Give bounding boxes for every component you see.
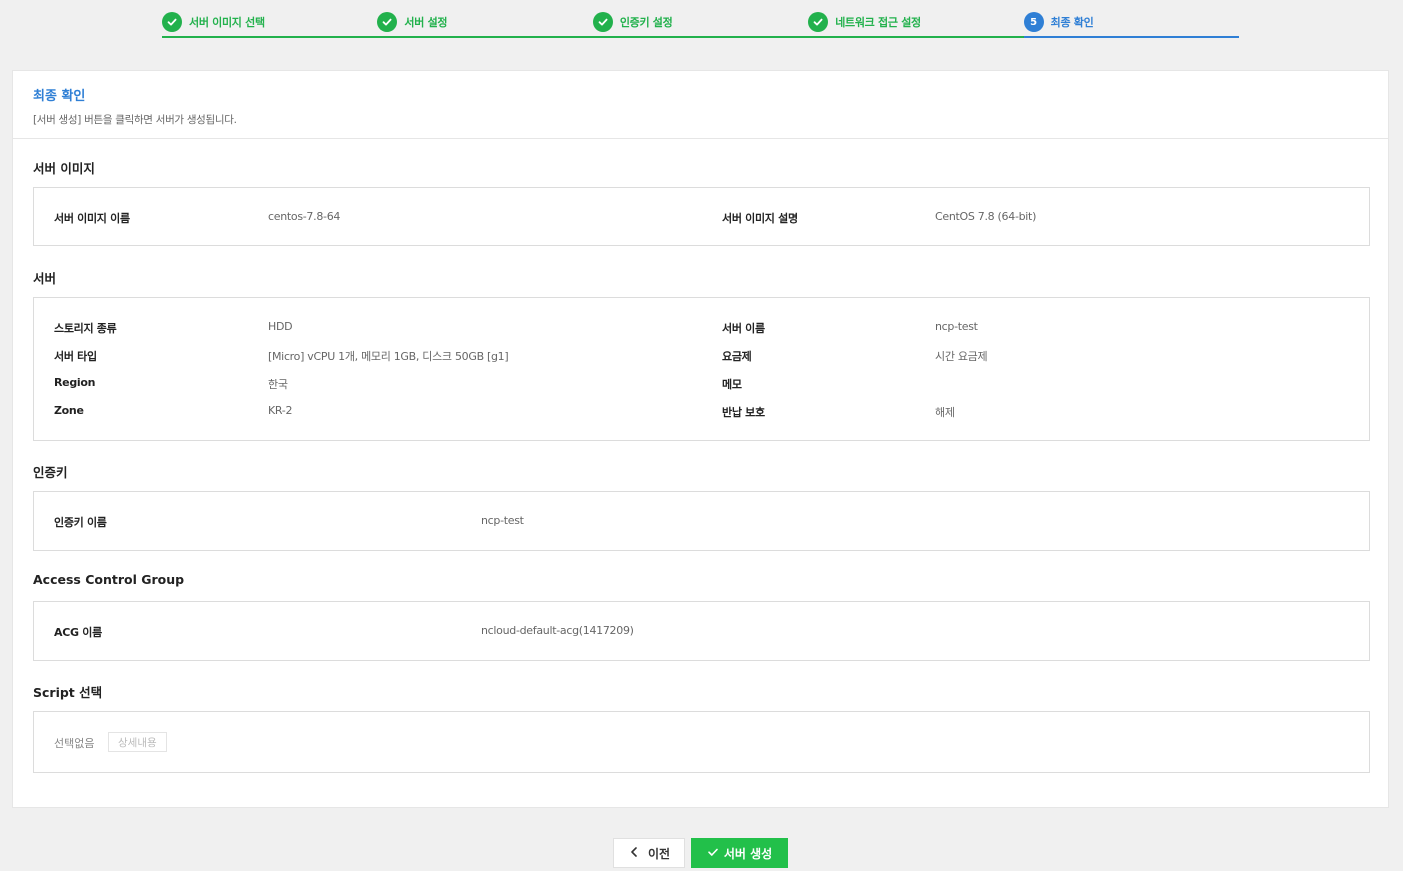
acg-box: ACG 이름 ncloud-default-acg(1417209) [33, 601, 1370, 661]
page-description: [서버 생성] 버튼을 클릭하면 서버가 생성됩니다. [33, 114, 237, 126]
chevron-left-icon [628, 846, 640, 861]
page-title: 최종 확인 [33, 89, 86, 104]
server-image-name-value: centos-7.8-64 [268, 210, 341, 223]
zone-value: KR-2 [268, 404, 293, 417]
auth-key-box: 인증키 이름 ncp-test [33, 491, 1370, 551]
section-title-auth-key: 인증키 [33, 465, 68, 480]
section-title-script: Script 선택 [33, 685, 103, 700]
section-title-server-image: 서버 이미지 [33, 161, 95, 176]
script-detail-button[interactable]: 상세내용 [108, 732, 167, 752]
pricing-plan-value: 시간 요금제 [935, 350, 988, 363]
step-server-image: 서버 이미지 선택 [162, 8, 378, 38]
server-image-desc-value: CentOS 7.8 (64-bit) [935, 210, 1037, 223]
step-label: 네트워크 접근 설정 [835, 16, 921, 29]
pricing-plan-label: 요금제 [722, 350, 752, 363]
create-server-button-label: 서버 생성 [723, 846, 773, 861]
step-label: 인증키 설정 [619, 16, 673, 29]
region-value: 한국 [268, 378, 288, 391]
server-box: 스토리지 종류 HDD 서버 타입 [Micro] vCPU 1개, 메모리 1… [33, 297, 1370, 441]
storage-type-label: 스토리지 종류 [54, 322, 117, 335]
server-image-desc-label: 서버 이미지 설명 [722, 212, 798, 225]
final-confirm-card: 최종 확인 [서버 생성] 버튼을 클릭하면 서버가 생성됩니다. 서버 이미지… [12, 70, 1389, 808]
check-circle-icon [162, 12, 182, 32]
prev-button[interactable]: 이전 [613, 838, 685, 868]
script-none-text: 선택없음 [54, 737, 95, 750]
termination-protection-label: 반납 보호 [722, 406, 765, 419]
auth-key-name-value: ncp-test [481, 514, 524, 527]
storage-type-value: HDD [268, 320, 293, 333]
check-circle-icon [592, 12, 613, 32]
step-network-access: 네트워크 접근 설정 [808, 8, 1024, 38]
section-title-acg: Access Control Group [33, 572, 185, 587]
zone-label: Zone [54, 404, 84, 417]
step-label: 최종 확인 [1050, 16, 1094, 29]
check-circle-icon [808, 12, 829, 32]
server-image-name-label: 서버 이미지 이름 [54, 212, 130, 225]
server-name-value: ncp-test [935, 320, 978, 333]
memo-label: 메모 [722, 378, 742, 391]
step-server-settings: 서버 설정 [377, 8, 593, 38]
server-image-box: 서버 이미지 이름 centos-7.8-64 서버 이미지 설명 CentOS… [33, 187, 1370, 246]
region-label: Region [54, 376, 96, 389]
prev-button-label: 이전 [647, 846, 671, 861]
script-box: 선택없음 상세내용 [33, 711, 1370, 773]
step-label: 서버 설정 [404, 16, 448, 29]
check-icon [707, 846, 719, 861]
acg-name-value: ncloud-default-acg(1417209) [481, 624, 634, 637]
step-label: 서버 이미지 선택 [189, 16, 265, 29]
check-circle-icon [377, 12, 398, 32]
acg-name-label: ACG 이름 [54, 626, 102, 639]
section-title-server: 서버 [33, 271, 57, 286]
server-type-value: [Micro] vCPU 1개, 메모리 1GB, 디스크 50GB [g1] [268, 350, 509, 363]
auth-key-name-label: 인증키 이름 [54, 516, 107, 529]
create-server-button[interactable]: 서버 생성 [691, 838, 788, 868]
termination-protection-value: 해제 [935, 406, 955, 419]
server-name-label: 서버 이름 [722, 322, 765, 335]
step-number-badge: 5 [1023, 12, 1044, 32]
step-auth-key: 인증키 설정 [592, 8, 809, 38]
step-final-confirm: 5 최종 확인 [1023, 8, 1240, 38]
wizard-stepper: 서버 이미지 선택 서버 설정 인증키 설정 네트워크 접근 설정 5 최종 확… [162, 8, 1240, 40]
server-type-label: 서버 타입 [54, 350, 97, 363]
card-header: 최종 확인 [서버 생성] 버튼을 클릭하면 서버가 생성됩니다. [13, 71, 1388, 139]
